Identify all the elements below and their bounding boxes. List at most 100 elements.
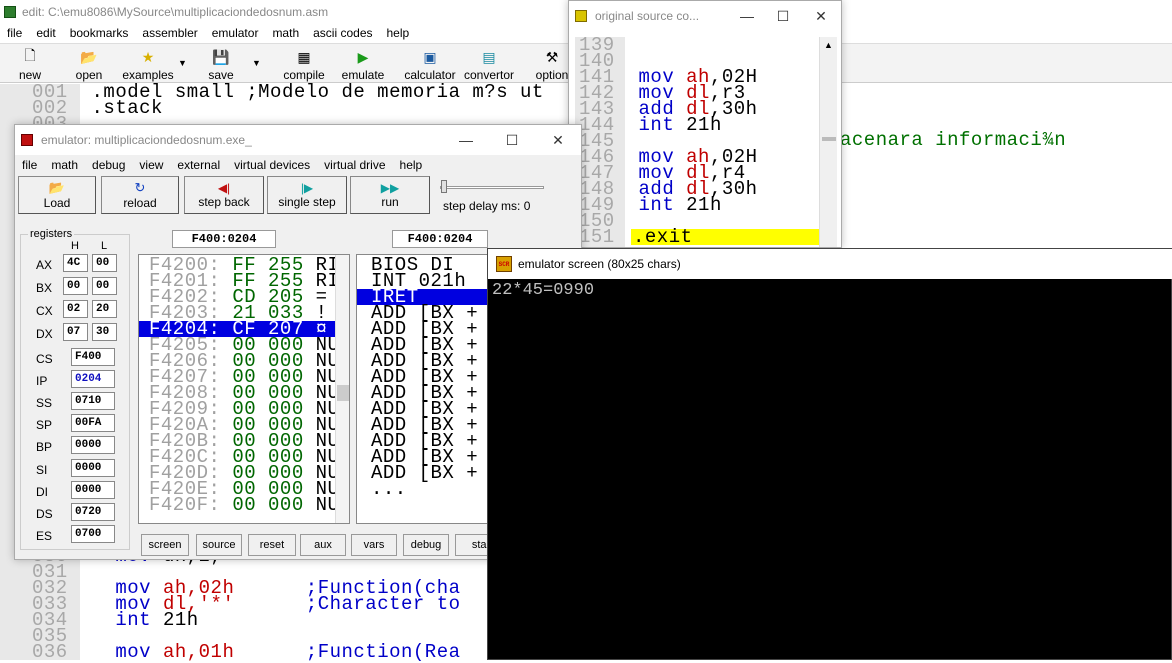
source-close-button[interactable]: ✕ [801, 1, 841, 31]
emu-menu-file[interactable]: file [15, 158, 44, 172]
toolbar-option-button[interactable]: ⚒ option [534, 46, 570, 83]
star-icon: ★ [141, 48, 155, 65]
reg-bx-h[interactable]: 00 [63, 277, 88, 295]
toolbar-convertor-button[interactable]: ▤ convertor [462, 46, 516, 83]
memory-address-input[interactable]: F400:0204 [172, 230, 276, 248]
disasm-list[interactable]: BIOS DI INT 021h IRET ADD [BX + ADD [BX + ADD… [356, 254, 488, 524]
toolbar-save-button[interactable]: 💾 save [206, 46, 236, 83]
reg-cx-l[interactable]: 20 [92, 300, 117, 318]
editor-title: edit: C:\emu8086\MySource\multiplicacion… [22, 5, 329, 19]
reg-ss-label: SS [36, 396, 53, 411]
examples-dropdown-arrow[interactable]: ▼ [178, 58, 187, 68]
source-exit-line: .exit [633, 226, 693, 248]
source-title: original source co... [595, 9, 700, 23]
step-back-button[interactable]: ◀| step back [184, 176, 264, 214]
reg-es-value[interactable]: 0700 [71, 524, 115, 543]
toolbar-open-button[interactable]: 📂 open [72, 46, 106, 83]
reg-ds-label: DS [36, 506, 53, 521]
reg-cx-h[interactable]: 02 [63, 300, 88, 318]
single-step-button[interactable]: |▶ single step [267, 176, 347, 214]
screen-app-icon: SCR [496, 256, 512, 272]
run-icon: ▶▶ [380, 181, 400, 195]
emulator-title: emulator: multiplicaciondedosnum.exe_ [41, 133, 252, 147]
editor-menu-file[interactable]: file [0, 26, 29, 40]
reg-ds-value[interactable]: 0720 [71, 502, 115, 521]
source-scrollbar[interactable]: ▲ [819, 37, 837, 247]
memory-rows: F4200: FF 255 RI F4201: FF 255 RI F4202: C… [149, 256, 339, 515]
emulator-close-button[interactable]: ✕ [535, 125, 581, 155]
toolbar-compile-button[interactable]: ▦ compile [280, 46, 328, 83]
toolbar-examples-button[interactable]: ★ examples [122, 46, 174, 83]
editor-menu-emulator[interactable]: emulator [205, 26, 266, 40]
reg-es-label: ES [36, 528, 53, 543]
reg-ax-h[interactable]: 4C [63, 254, 88, 272]
reg-dx-label: DX [36, 327, 53, 341]
emu-menu-debug[interactable]: debug [85, 158, 132, 172]
editor-menu-help[interactable]: help [380, 26, 417, 40]
play-icon: ▶ [357, 48, 369, 65]
editor-menu-math[interactable]: math [265, 26, 306, 40]
editor-menu-assembler[interactable]: assembler [135, 26, 204, 40]
reg-bx-l[interactable]: 00 [92, 277, 117, 295]
source-scroll-thumb[interactable] [822, 137, 836, 141]
memory-scrollbar[interactable] [335, 255, 349, 523]
emulator-minimize-button[interactable]: — [443, 125, 489, 155]
emu-menu-help[interactable]: help [393, 158, 430, 172]
editor-menu-edit[interactable]: edit [29, 26, 62, 40]
step-delay-slider-thumb[interactable] [441, 180, 447, 193]
source-titlebar: original source co... — ☐ ✕ [569, 1, 841, 31]
step-delay-label: step delay ms: 0 [443, 199, 531, 213]
disasm-address-input[interactable]: F400:0204 [392, 230, 488, 248]
new-file-icon: 🗋 [24, 47, 36, 63]
reg-ip-value[interactable]: 0204 [71, 370, 115, 389]
reg-si-value[interactable]: 0000 [71, 458, 115, 477]
calculator-icon: ▣ [423, 48, 437, 65]
aux-button[interactable]: aux [300, 534, 346, 556]
toolbar-calculator-button[interactable]: ▣ calculator [402, 46, 458, 83]
run-button[interactable]: ▶▶ run [350, 176, 430, 214]
save-dropdown-arrow[interactable]: ▼ [252, 58, 261, 68]
reg-dx-l[interactable]: 30 [92, 323, 117, 341]
reg-cs-value[interactable]: F400 [71, 348, 115, 366]
reg-ss-value[interactable]: 0710 [71, 392, 115, 411]
emulator-maximize-button[interactable]: ☐ [489, 125, 535, 155]
memory-scroll-thumb[interactable] [337, 385, 349, 401]
scroll-up-arrow-icon[interactable]: ▲ [820, 37, 837, 53]
emu-menu-external[interactable]: external [170, 158, 227, 172]
reg-sp-value[interactable]: 00FA [71, 414, 115, 433]
debug-button[interactable]: debug [403, 534, 449, 556]
toolbar-emulate-button[interactable]: ▶ emulate [338, 46, 388, 83]
emu-menu-virtual-drive[interactable]: virtual drive [317, 158, 392, 172]
editor-menu-ascii-codes[interactable]: ascii codes [306, 26, 379, 40]
source-button[interactable]: source [196, 534, 242, 556]
reg-dx-h[interactable]: 07 [63, 323, 88, 341]
open-folder-icon: 📂 [80, 48, 98, 65]
editor-line-36: 036 mov ah,01h ;Function(Rea [32, 641, 461, 663]
load-button[interactable]: 📂 Load [18, 176, 96, 214]
reg-di-value[interactable]: 0000 [71, 480, 115, 499]
emu-menu-view[interactable]: view [132, 158, 170, 172]
reload-button[interactable]: ↻ reload [101, 176, 179, 214]
registers-label: registers [28, 228, 75, 240]
source-code[interactable]: 139 140 141 mov ah,02H 142 mov dl,r3 143 a… [579, 36, 758, 247]
emu-menu-virtual-devices[interactable]: virtual devices [227, 158, 317, 172]
registers-h-label: H [71, 240, 79, 252]
reload-icon: ↻ [134, 180, 146, 195]
reset-button[interactable]: reset [248, 534, 296, 556]
reg-ip-label: IP [36, 374, 48, 389]
editor-app-icon [4, 6, 16, 18]
memory-list[interactable]: F4200: FF 255 RI F4201: FF 255 RI F4202: C… [138, 254, 350, 524]
reg-cx-label: CX [36, 304, 53, 318]
source-maximize-button[interactable]: ☐ [765, 1, 801, 31]
reg-ax-l[interactable]: 00 [92, 254, 117, 272]
reg-bp-value[interactable]: 0000 [71, 436, 115, 455]
toolbar-new-button[interactable]: 🗋 new [16, 46, 44, 82]
step-delay-slider[interactable] [440, 180, 544, 194]
source-minimize-button[interactable]: — [729, 1, 765, 31]
memory-row[interactable]: F420F: 00 000 NU [149, 496, 339, 515]
vars-button[interactable]: vars [351, 534, 397, 556]
editor-menu-bookmarks[interactable]: bookmarks [63, 26, 136, 40]
emu-menu-math[interactable]: math [44, 158, 85, 172]
source-window: original source co... — ☐ ✕ 139 140 141 … [568, 0, 842, 248]
screen-button[interactable]: screen [141, 534, 189, 556]
